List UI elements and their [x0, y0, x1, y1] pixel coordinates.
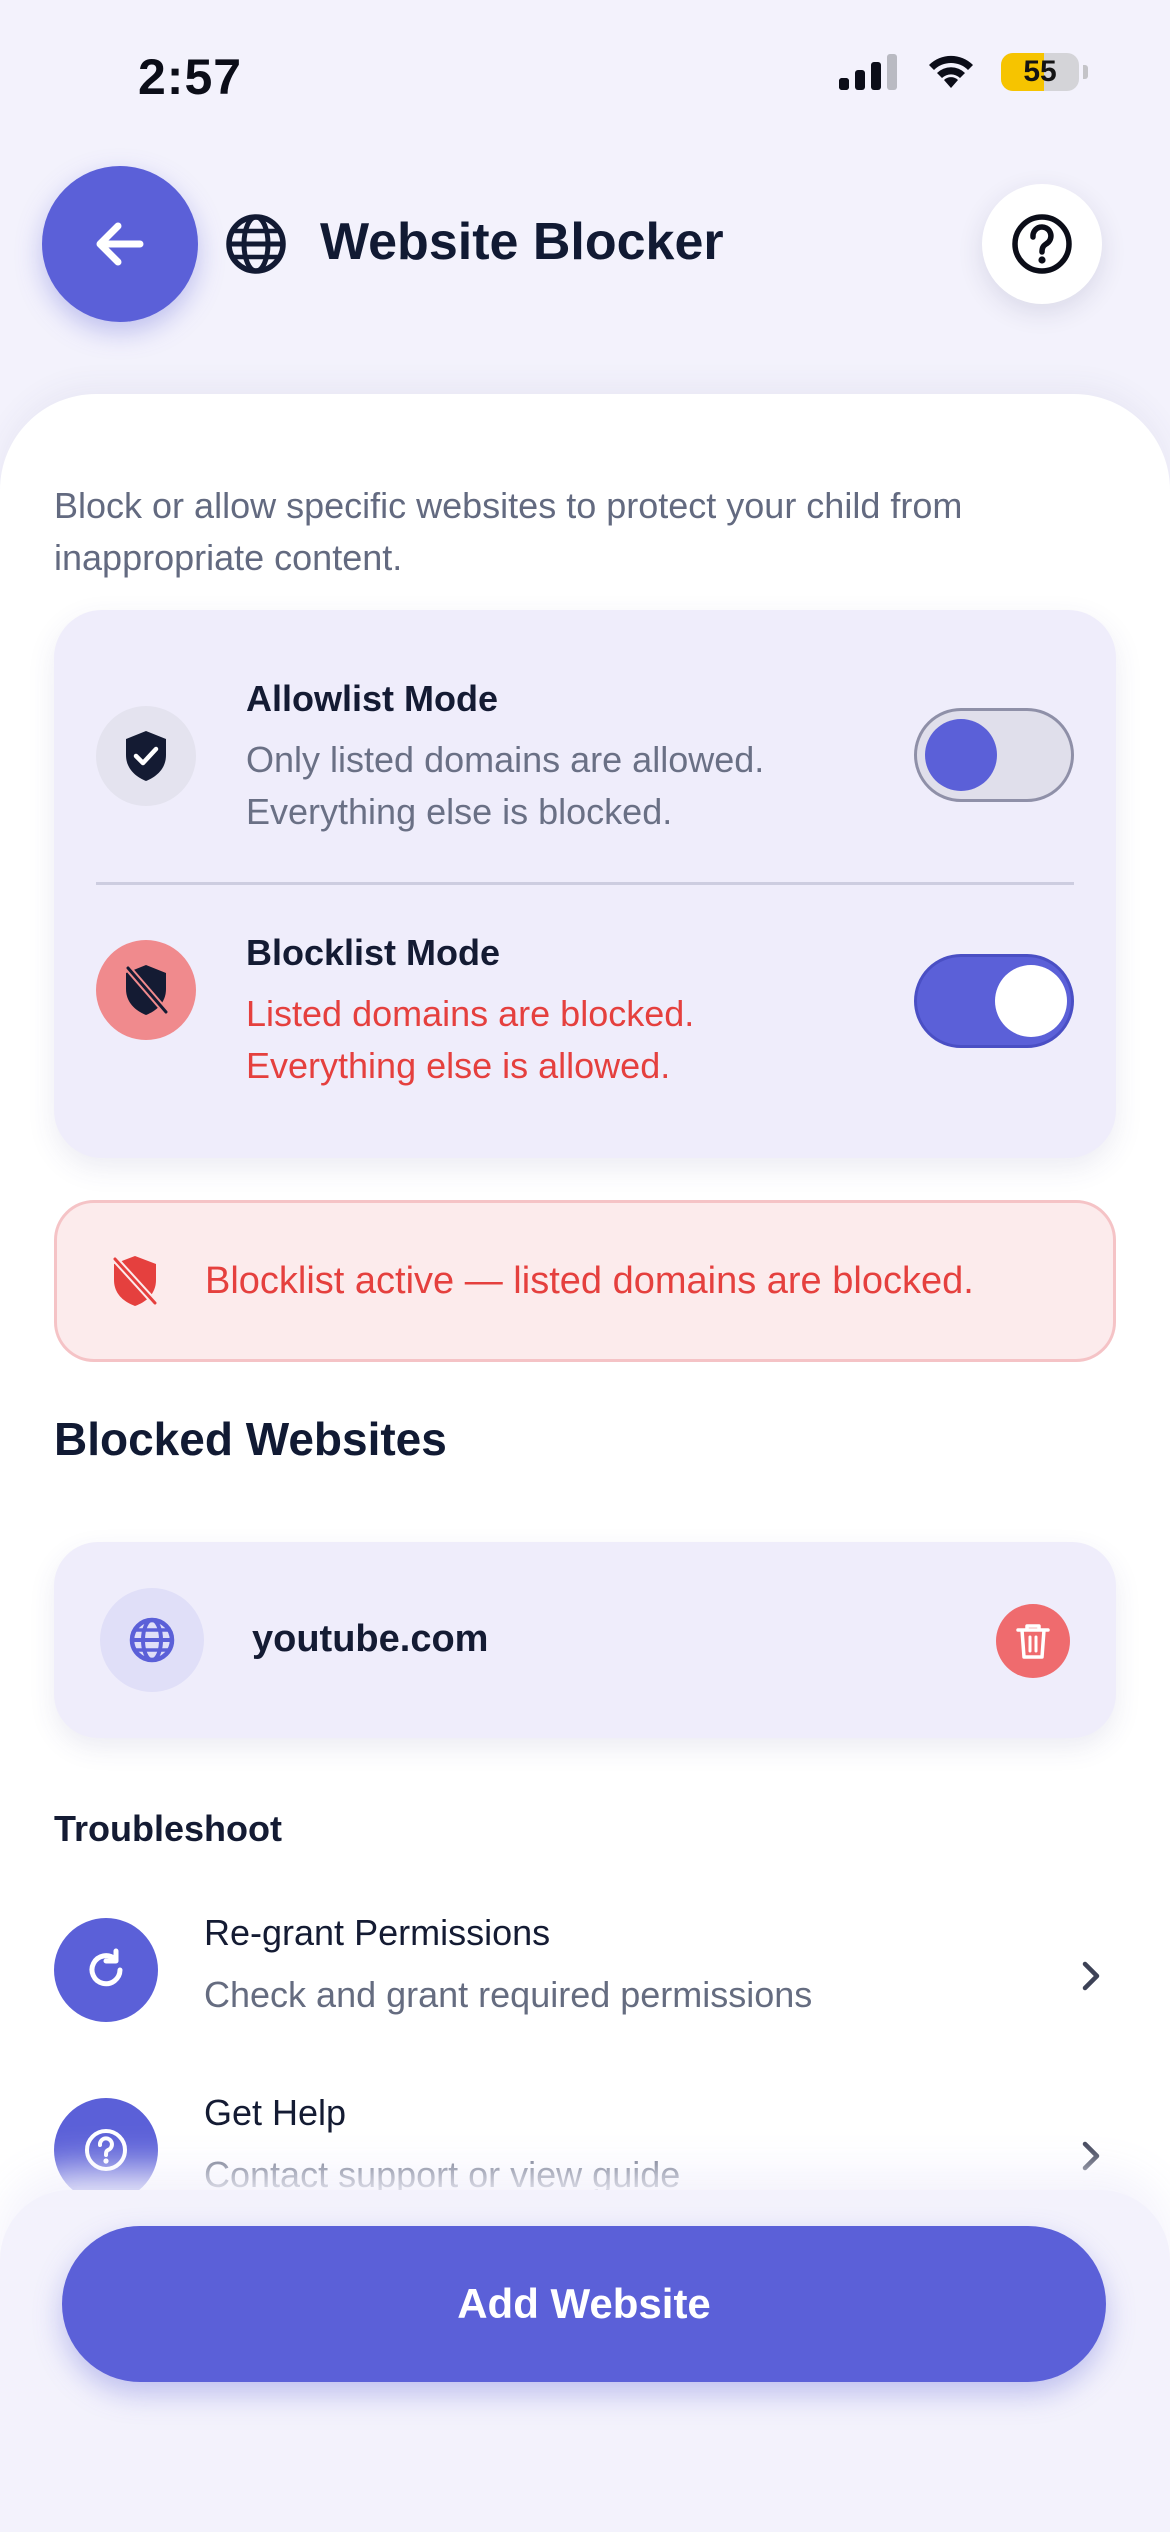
- globe-icon: [226, 214, 286, 274]
- battery-nub: [1083, 65, 1088, 79]
- arrow-left-icon: [96, 222, 144, 266]
- battery-indicator: 55: [1001, 53, 1079, 91]
- back-button[interactable]: [42, 166, 198, 322]
- get-help-label: Get Help: [204, 2092, 347, 2133]
- allowlist-toggle[interactable]: [914, 708, 1074, 802]
- blocked-websites-title: Blocked Websites: [54, 1413, 447, 1465]
- blocklist-toggle[interactable]: [914, 954, 1074, 1048]
- chevron-right-icon: [1082, 2141, 1100, 2171]
- intro-text: Block or allow specific websites to prot…: [54, 485, 963, 578]
- regrant-permissions-item[interactable]: Re-grant Permissions Check and grant req…: [54, 1912, 1116, 2022]
- mode-card: Allowlist Mode Only listed domains are a…: [54, 610, 1116, 1158]
- blocked-site-item[interactable]: youtube.com: [54, 1542, 1116, 1738]
- site-domain: youtube.com: [252, 1618, 489, 1660]
- allowlist-mode-row: Allowlist Mode Only listed domains are a…: [54, 610, 1116, 860]
- shield-off-icon: [111, 1255, 159, 1307]
- cellular-signal-icon: [839, 54, 897, 90]
- shield-check-icon: [96, 706, 196, 806]
- blocklist-mode-row: Blocklist Mode Listed domains are blocke…: [54, 886, 1116, 1136]
- toggle-knob: [925, 719, 997, 791]
- regrant-sublabel: Check and grant required permissions: [204, 1974, 813, 2015]
- help-button[interactable]: [982, 184, 1102, 304]
- battery-level: 55: [1023, 55, 1057, 88]
- get-help-item[interactable]: Get Help Contact support or view guide: [54, 2092, 1116, 2202]
- regrant-label: Re-grant Permissions: [204, 1912, 551, 1953]
- blocklist-mode-description: Listed domains are blocked. Everything e…: [246, 993, 695, 1086]
- allowlist-mode-title: Allowlist Mode: [246, 678, 498, 719]
- screen: 2:57 55 Website Blocker Block or allow s…: [0, 0, 1170, 2532]
- question-circle-icon: [1012, 214, 1072, 274]
- add-website-button[interactable]: Add Website: [62, 2226, 1106, 2382]
- page-title: Website Blocker: [320, 213, 724, 271]
- allowlist-mode-description: Only listed domains are allowed. Everyth…: [246, 739, 765, 832]
- add-website-label: Add Website: [457, 2280, 711, 2327]
- question-circle-icon: [54, 2098, 158, 2202]
- refresh-icon: [54, 1918, 158, 2022]
- banner-text: Blocklist active — listed domains are bl…: [205, 1259, 974, 1302]
- wifi-icon: [929, 55, 973, 88]
- trash-icon: [1016, 1624, 1050, 1659]
- chevron-right-icon: [1082, 1961, 1100, 1991]
- troubleshoot-title: Troubleshoot: [54, 1808, 282, 1849]
- blocklist-mode-title: Blocklist Mode: [246, 932, 501, 973]
- globe-icon: [100, 1588, 204, 1692]
- toggle-knob: [995, 965, 1067, 1037]
- delete-site-button[interactable]: [996, 1604, 1070, 1678]
- mode-divider: [96, 882, 1074, 885]
- status-time: 2:57: [138, 49, 243, 105]
- shield-off-icon: [96, 940, 196, 1040]
- blocklist-active-banner: Blocklist active — listed domains are bl…: [54, 1200, 1116, 1362]
- status-icons: 55: [839, 52, 1088, 92]
